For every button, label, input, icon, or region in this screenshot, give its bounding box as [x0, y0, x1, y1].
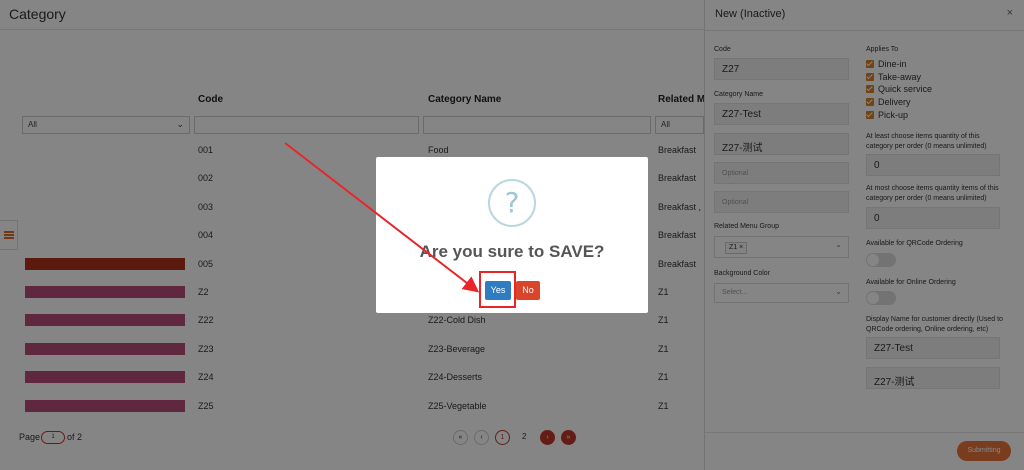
annotation-arrow: [284, 142, 480, 293]
